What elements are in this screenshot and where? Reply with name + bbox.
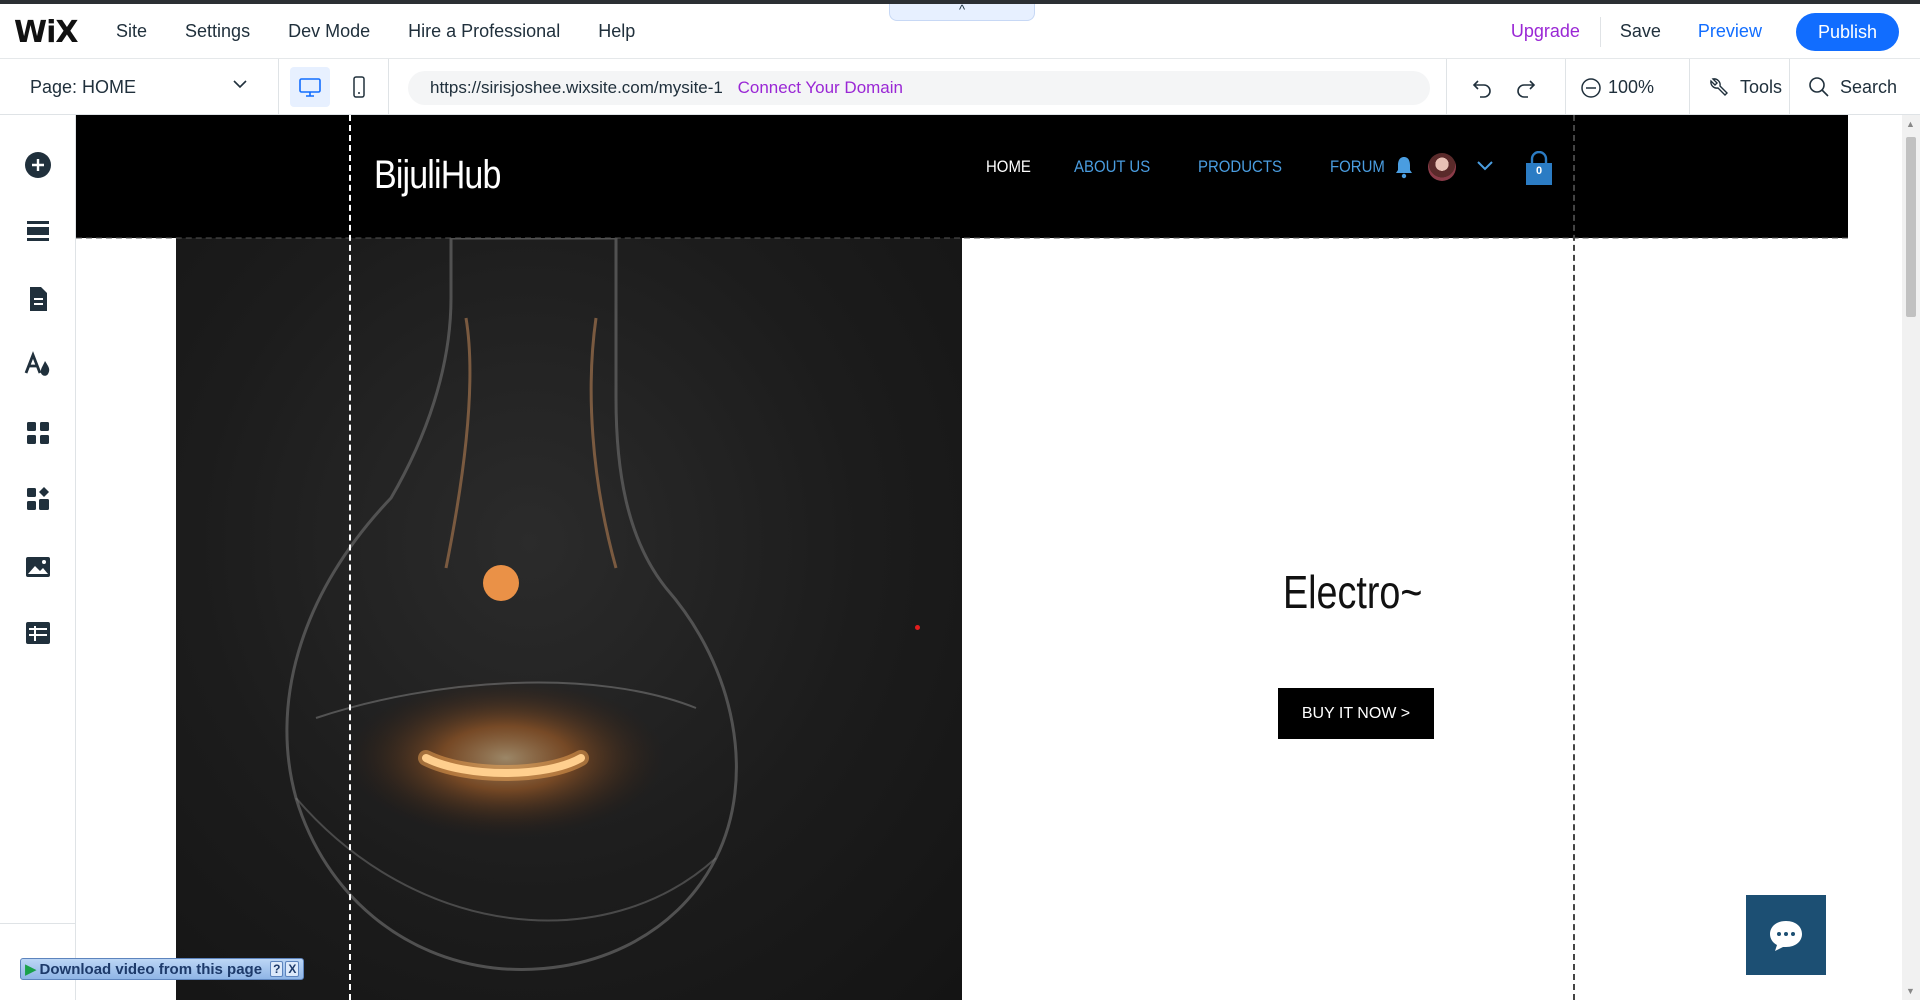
theme-icon[interactable] [24, 351, 52, 379]
site-url[interactable]: https://sirisjoshee.wixsite.com/mysite-1 [430, 78, 723, 97]
red-dot [915, 625, 920, 630]
mobile-icon [353, 76, 365, 98]
zoom-control[interactable]: 100% [1566, 59, 1690, 114]
collapse-toolbar-button[interactable]: ^ [889, 2, 1035, 21]
search-button[interactable]: Search [1790, 59, 1920, 114]
nav-about-us[interactable]: ABOUT US [1074, 157, 1150, 177]
publish-button[interactable]: Publish [1795, 12, 1899, 51]
zoom-out-icon [1581, 78, 1601, 98]
upgrade-button[interactable]: Upgrade [1511, 21, 1580, 42]
search-label: Search [1840, 77, 1898, 97]
business-apps-icon[interactable] [24, 485, 52, 513]
close-icon[interactable]: X [285, 961, 300, 977]
media-icon[interactable] [24, 553, 52, 581]
top-menu: Site Settings Dev Mode Hire a Profession… [116, 4, 673, 59]
zoom-level: 100% [1608, 77, 1655, 97]
canvas-scrollbar[interactable]: ▲ ▼ [1902, 115, 1920, 1000]
desktop-view-button[interactable] [290, 67, 330, 107]
gridline-left [349, 115, 351, 1000]
cart-count: 0 [1535, 165, 1543, 177]
apps-icon[interactable] [24, 419, 52, 447]
hero-headline[interactable]: Electro~ [1283, 565, 1422, 619]
download-video-text[interactable]: Download video from this page [40, 961, 263, 978]
undo-redo-group [1446, 59, 1566, 114]
connect-domain-link[interactable]: Connect Your Domain [738, 78, 903, 97]
sections-icon[interactable] [24, 217, 52, 245]
site-url-bar: https://sirisjoshee.wixsite.com/mysite-1… [408, 71, 1430, 105]
play-icon: ▶ [25, 961, 37, 978]
page-selector[interactable]: Page: HOME [0, 59, 279, 114]
site-nav: HOME ABOUT US PRODUCTS FORUM [986, 157, 1429, 177]
redo-icon[interactable] [1515, 76, 1537, 98]
scroll-up-icon[interactable]: ▲ [1906, 119, 1915, 129]
divider [0, 923, 76, 924]
top-actions: Upgrade Save Preview Publish [1511, 4, 1920, 59]
menu-dev-mode[interactable]: Dev Mode [288, 21, 370, 42]
nav-products[interactable]: PRODUCTS [1198, 157, 1282, 177]
nav-home[interactable]: HOME [986, 157, 1031, 177]
undo-icon[interactable] [1471, 76, 1493, 98]
menu-site[interactable]: Site [116, 21, 147, 42]
preview-button[interactable]: Preview [1698, 21, 1762, 42]
editor-canvas[interactable]: BijuliHub HOME ABOUT US PRODUCTS FORUM 0 [76, 115, 1848, 1000]
mobile-view-button[interactable] [339, 67, 379, 107]
menu-hire-professional[interactable]: Hire a Professional [408, 21, 560, 42]
chevron-down-icon[interactable] [1476, 159, 1494, 173]
wix-logo[interactable]: WiX [14, 18, 79, 48]
tools-button[interactable]: Tools [1690, 59, 1790, 114]
pages-icon[interactable] [24, 285, 52, 313]
site-header[interactable]: BijuliHub HOME ABOUT US PRODUCTS FORUM 0 [76, 115, 1848, 238]
buy-now-button[interactable]: BUY IT NOW > [1278, 688, 1434, 739]
device-switcher [279, 59, 389, 114]
cms-icon[interactable] [24, 619, 52, 647]
tools-label: Tools [1740, 77, 1783, 97]
chevron-up-icon: ^ [958, 2, 966, 17]
site-logo[interactable]: BijuliHub [374, 153, 501, 198]
chat-icon [1770, 921, 1802, 951]
header-guide-line [76, 237, 1848, 239]
chat-button[interactable] [1746, 895, 1826, 975]
lightbulb-image [285, 238, 738, 971]
hero-image[interactable] [176, 238, 962, 1000]
menu-help[interactable]: Help [598, 21, 635, 42]
chevron-down-icon [233, 80, 247, 89]
scroll-down-icon[interactable]: ▼ [1906, 986, 1915, 996]
download-video-bar[interactable]: ▶ Download video from this page ? X [20, 958, 305, 980]
save-button[interactable]: Save [1620, 21, 1661, 42]
divider [1599, 16, 1601, 47]
nav-forum[interactable]: FORUM [1330, 157, 1385, 177]
wrench-icon [1710, 78, 1728, 96]
page-selector-label: Page: HOME [30, 77, 137, 97]
avatar[interactable] [1428, 153, 1456, 181]
editor-top-bar: WiX Site Settings Dev Mode Hire a Profes… [0, 0, 1920, 59]
left-toolbar [0, 115, 76, 1000]
add-elements-icon[interactable] [24, 151, 52, 179]
editor-secondary-bar: Page: HOME https://sirisjoshee.wixsite.c… [0, 59, 1920, 115]
bell-icon[interactable] [1394, 155, 1414, 179]
menu-settings[interactable]: Settings [185, 21, 250, 42]
search-icon [1809, 77, 1829, 97]
scroll-thumb[interactable] [1906, 137, 1916, 317]
help-icon[interactable]: ? [270, 961, 284, 977]
desktop-icon [299, 78, 321, 97]
gridline-right [1573, 115, 1575, 1000]
